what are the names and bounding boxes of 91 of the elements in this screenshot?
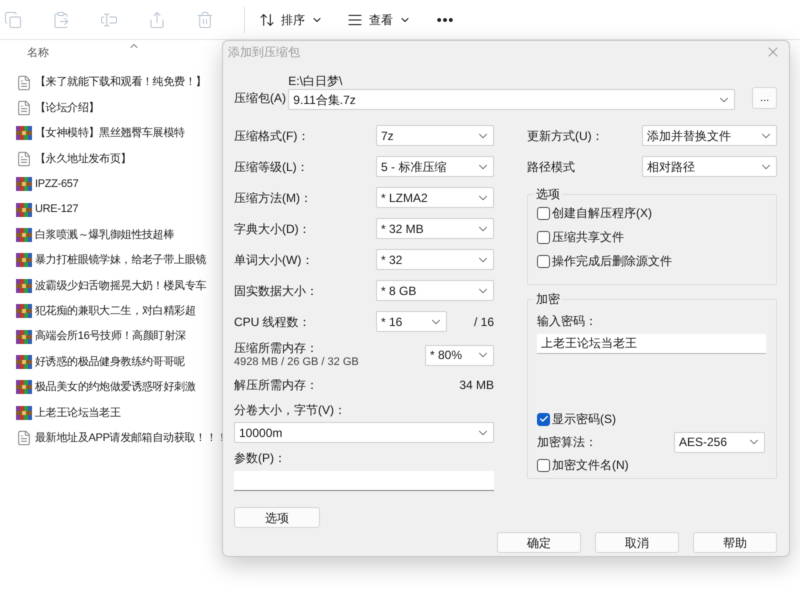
field-label: 压缩包(A)	[234, 90, 287, 107]
field-label: 压缩格式(F)：	[234, 128, 310, 144]
checkbox[interactable]	[537, 254, 550, 268]
field-label: 字典大小(D)：	[234, 220, 311, 238]
dropdown[interactable]: 5 - 标准压缩	[376, 156, 494, 177]
file-name[interactable]: 暴力打桩眼镜学妹，给老子带上眼镜	[35, 252, 206, 269]
field-label: 更新方式(U)：	[527, 128, 604, 144]
dropdown[interactable]: 相对路径	[642, 156, 777, 177]
file-name[interactable]: 【来了就能下载和观看！纯免费！】	[35, 74, 206, 91]
memory-usage: 34 MB	[459, 377, 494, 394]
file-name[interactable]: 上老王论坛当老王	[35, 404, 121, 422]
copy-icon[interactable]	[4, 10, 22, 28]
archive-name-field[interactable]: 9.11合集.7z	[288, 89, 736, 110]
checkbox-label: 显示密码(S)	[552, 411, 616, 428]
document-icon	[16, 430, 32, 446]
paste-icon[interactable]	[52, 10, 70, 28]
document-icon	[16, 100, 32, 116]
field-label: 路径模式	[527, 158, 575, 176]
archive-icon	[16, 202, 32, 218]
archive-icon	[16, 303, 32, 320]
checkbox-label: 压缩共享文件	[552, 229, 624, 246]
archive-icon	[16, 354, 32, 370]
dropdown[interactable]: AES-256	[674, 432, 765, 452]
field-label: 加密算法：	[537, 434, 597, 451]
checkbox-label: 创建自解压程序(X)	[552, 205, 652, 222]
checkbox-label: 加密文件名(N)	[552, 457, 629, 474]
checkbox[interactable]	[537, 458, 550, 472]
thread-count: / 16	[474, 314, 494, 330]
dropdown[interactable]: * 80%	[425, 344, 494, 366]
archive-icon	[16, 379, 32, 396]
browse-button[interactable]: ...	[752, 87, 777, 109]
archive-icon	[16, 404, 32, 421]
checkbox[interactable]	[537, 206, 550, 220]
view-button[interactable]: 查看	[347, 10, 411, 28]
dialog-button[interactable]: 帮助	[693, 532, 777, 553]
file-name[interactable]: 【永久地址发布页】	[35, 150, 132, 168]
field-label: 分卷大小，字节(V)：	[234, 402, 347, 419]
archive-icon	[16, 252, 32, 268]
share-icon[interactable]	[148, 10, 166, 28]
file-name[interactable]: 【女神模特】黑丝翘臀车展模特	[35, 125, 185, 142]
sort-icon	[259, 12, 275, 28]
memory-usage: 4928 MB / 26 GB / 32 GB	[234, 355, 359, 369]
archive-icon	[16, 176, 32, 192]
file-name[interactable]: 【论坛介绍】	[35, 100, 100, 116]
file-name[interactable]: 波霸级少妇舌吻摇晃大奶！楼凤专车	[35, 278, 206, 294]
field-label: 解压所需内存：	[234, 377, 318, 394]
column-header[interactable]: 名称	[27, 44, 49, 62]
field-label: 压缩所需内存：	[234, 341, 319, 355]
file-name[interactable]: IPZZ-657	[35, 176, 78, 192]
file-name[interactable]: URE-127	[35, 201, 78, 218]
checkbox[interactable]	[537, 230, 550, 244]
parameters-field[interactable]	[234, 471, 494, 491]
document-icon	[16, 74, 32, 91]
dropdown[interactable]: * LZMA2	[376, 187, 494, 208]
file-name[interactable]: 白浆喷溅～爆乳御姐性技超棒	[35, 226, 174, 244]
options-button[interactable]: 选项	[234, 507, 320, 528]
group-title: 加密	[534, 291, 562, 307]
file-name[interactable]: 好诱惑的极品健身教练约哥哥呢	[35, 354, 185, 370]
field-label: 输入密码：	[537, 313, 598, 330]
field-label: 压缩方法(M)：	[234, 190, 312, 206]
checkbox-label: 操作完成后删除源文件	[552, 253, 672, 270]
delete-icon[interactable]	[196, 10, 214, 28]
rename-icon[interactable]	[100, 10, 118, 28]
volume-size-field[interactable]: 10000m	[234, 422, 494, 443]
dropdown[interactable]: * 8 GB	[376, 280, 494, 301]
archive-icon	[16, 328, 32, 345]
field-label: 参数(P)：	[234, 450, 287, 467]
field-label: CPU 线程数：	[234, 314, 312, 330]
field-label: 单词大小(W)：	[234, 252, 314, 268]
window-title: 添加到压缩包	[228, 44, 300, 61]
dialog-button[interactable]: 确定	[497, 532, 581, 553]
password-field[interactable]: 上老王论坛当老王	[537, 334, 766, 354]
archive-path: E:\白日梦\	[288, 73, 344, 89]
checkbox[interactable]	[537, 412, 550, 426]
dropdown[interactable]: * 32	[376, 249, 494, 270]
sort-button[interactable]: 排序	[259, 10, 323, 28]
archive-icon	[16, 227, 32, 244]
document-icon	[16, 150, 32, 167]
file-name[interactable]: 极品美女的约炮做爱诱惑呀好刺激	[35, 379, 196, 396]
dropdown[interactable]: 7z	[376, 125, 494, 146]
dialog-button[interactable]: 取消	[595, 532, 679, 553]
dropdown[interactable]: 添加并替换文件	[642, 125, 777, 146]
archive-icon	[16, 278, 32, 294]
group-title: 选项	[534, 186, 562, 202]
field-label: 固实数据大小：	[234, 282, 318, 300]
dropdown[interactable]: * 32 MB	[376, 218, 494, 239]
dropdown[interactable]: * 16	[376, 311, 447, 332]
field-label: 压缩等级(L)：	[234, 158, 309, 176]
archive-icon	[16, 125, 32, 142]
file-name[interactable]: 犯花痴的兼职大二生，对白精彩超	[35, 302, 196, 320]
file-name[interactable]: 高端会所16号技师！高颜盯射深	[35, 328, 186, 345]
